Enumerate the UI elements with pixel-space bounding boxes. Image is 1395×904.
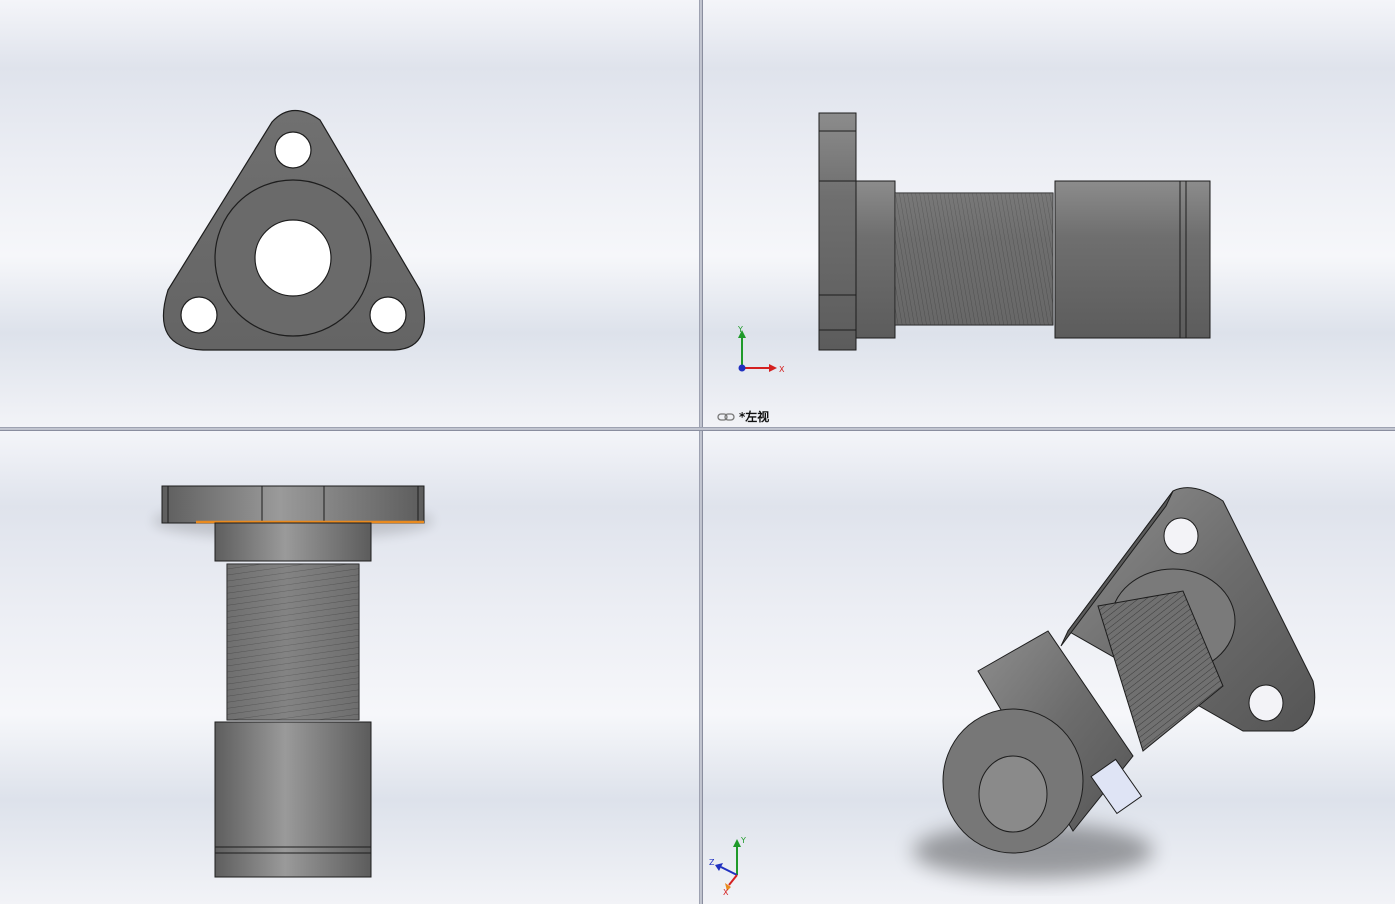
- bolt-hole-top: [274, 131, 312, 169]
- top-view-model[interactable]: [0, 431, 699, 904]
- triad-x-label: X: [723, 888, 729, 895]
- end-ring: [214, 846, 372, 878]
- viewport-splitter-horizontal[interactable]: [0, 427, 1395, 431]
- triad-y-label: Y: [737, 325, 743, 334]
- neck: [214, 522, 372, 562]
- viewport-isometric[interactable]: Y Z X: [703, 431, 1395, 904]
- triad-y-label: Y: [740, 836, 746, 845]
- viewport-splitter-vertical[interactable]: [699, 0, 703, 904]
- left-view-model[interactable]: [703, 0, 1395, 427]
- viewport-top[interactable]: [0, 431, 699, 904]
- view-name-text: *左视: [739, 410, 770, 424]
- end-ring: [1179, 180, 1211, 339]
- body-cylinder: [214, 721, 372, 848]
- viewport-front[interactable]: [0, 0, 699, 427]
- bolt-hole-top: [1163, 517, 1199, 555]
- neck: [855, 180, 896, 339]
- flange-block: [818, 112, 857, 351]
- isometric-view-model[interactable]: [703, 431, 1395, 904]
- bolt-hole-left: [180, 296, 218, 334]
- body-cylinder: [1054, 180, 1181, 339]
- view-triad-icon: Y Z X: [709, 836, 746, 895]
- end-bore: [978, 755, 1048, 833]
- viewport-left[interactable]: Y X *左视: [703, 0, 1395, 427]
- flange-top: [161, 485, 425, 524]
- bolt-hole-bottom: [1248, 684, 1284, 722]
- view-name-label[interactable]: *左视: [717, 408, 769, 425]
- front-view-model[interactable]: [0, 0, 699, 427]
- bore-hole: [254, 219, 332, 297]
- triad-z-label: Z: [709, 858, 715, 867]
- triad-x-label: X: [779, 365, 785, 374]
- link-icon: [717, 412, 735, 421]
- bolt-hole-right: [369, 296, 407, 334]
- view-triad-icon: Y X: [737, 325, 785, 374]
